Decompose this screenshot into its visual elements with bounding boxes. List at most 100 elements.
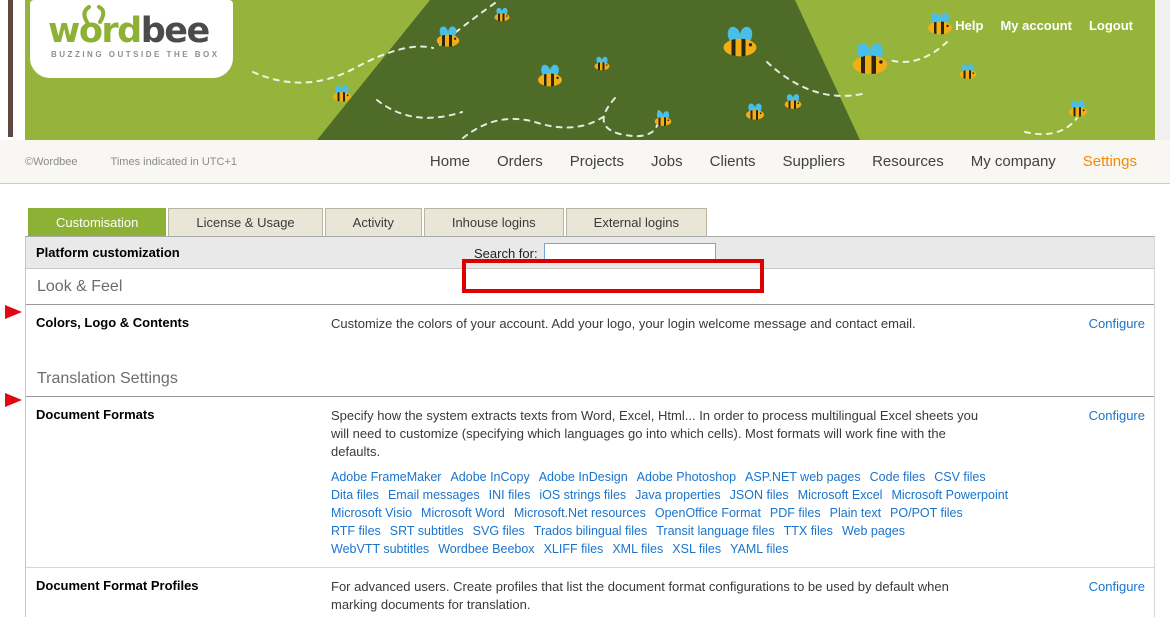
tab-bar: CustomisationLicense & UsageActivityInho… — [28, 208, 1170, 236]
timezone-note: Times indicated in UTC+1 — [111, 156, 237, 168]
bee-icon — [1069, 100, 1087, 116]
format-link-adobe-incopy[interactable]: Adobe InCopy — [450, 468, 529, 486]
format-link-dita-files[interactable]: Dita files — [331, 486, 379, 504]
format-link-row: Dita files Email messages INI files iOS str… — [331, 486, 981, 504]
format-link-row: Microsoft Visio Microsoft Word Microsoft.N… — [331, 504, 981, 522]
format-link-json-files[interactable]: JSON files — [730, 486, 789, 504]
row-description: Customize the colors of your account. Ad… — [331, 305, 981, 361]
format-link-yaml-files[interactable]: YAML files — [730, 540, 788, 558]
format-link-transit-language-files[interactable]: Transit language files — [656, 522, 774, 540]
banner-link-help[interactable]: Help — [955, 18, 983, 33]
format-link-ini-files[interactable]: INI files — [489, 486, 531, 504]
configure-link-document-formats[interactable]: Configure — [1089, 408, 1145, 423]
logo-antennae-icon — [78, 4, 110, 24]
main-navbar: ©Wordbee Times indicated in UTC+1 Home Or… — [0, 140, 1170, 184]
section-title-look-and-feel: Look & Feel — [26, 269, 1154, 305]
nav-item-settings[interactable]: Settings — [1083, 153, 1137, 170]
format-link-code-files[interactable]: Code files — [870, 468, 926, 486]
format-link-adobe-framemaker[interactable]: Adobe FrameMaker — [331, 468, 441, 486]
tab-customisation[interactable]: Customisation — [28, 208, 166, 236]
tab-activity[interactable]: Activity — [325, 208, 422, 236]
format-link-xml-files[interactable]: XML files — [612, 540, 663, 558]
tab-license-usage[interactable]: License & Usage — [168, 208, 322, 236]
window-edge-strip — [8, 0, 13, 137]
format-link-openoffice-format[interactable]: OpenOffice Format — [655, 504, 761, 522]
search-group: Search for: — [474, 237, 716, 269]
nav-item-my-company[interactable]: My company — [971, 153, 1056, 170]
nav-item-projects[interactable]: Projects — [570, 153, 624, 170]
main-nav: Home Orders Projects Jobs Clients Suppliers Re… — [430, 153, 1137, 170]
table-title: Platform customization — [36, 245, 180, 260]
format-link-web-pages[interactable]: Web pages — [842, 522, 905, 540]
format-link-pdf-files[interactable]: PDF files — [770, 504, 821, 522]
format-link-trados-bilingual-files[interactable]: Trados bilingual files — [534, 522, 647, 540]
bee-icon — [495, 8, 510, 22]
format-link-row: WebVTT subtitles Wordbee Beebox XLIFF file… — [331, 540, 981, 558]
format-link-microsoft-net-resources[interactable]: Microsoft.Net resources — [514, 504, 646, 522]
copyright-text: ©Wordbee — [25, 156, 78, 168]
bee-icon — [333, 85, 351, 101]
bee-icon — [928, 13, 952, 35]
format-link-row: Adobe FrameMaker Adobe InCopy Adobe InDesi… — [331, 468, 981, 486]
format-link-java-properties[interactable]: Java properties — [635, 486, 720, 504]
nav-item-orders[interactable]: Orders — [497, 153, 543, 170]
section-title-translation-settings: Translation Settings — [26, 361, 1154, 397]
settings-table: Platform customization Search for: Look … — [25, 236, 1155, 617]
bee-icon — [785, 94, 802, 109]
banner-right-strip — [1155, 0, 1170, 140]
search-label: Search for: — [474, 246, 538, 261]
format-link-xsl-files[interactable]: XSL files — [672, 540, 721, 558]
format-link-svg-files[interactable]: SVG files — [473, 522, 525, 540]
row-action: Configure — [981, 397, 1154, 558]
row-body: Specify how the system extracts texts fr… — [331, 397, 981, 558]
nav-item-suppliers[interactable]: Suppliers — [783, 153, 846, 170]
format-link-email-messages[interactable]: Email messages — [388, 486, 480, 504]
annotation-arrow-icon — [5, 305, 22, 319]
header-banner: wordbee BUZZING OUTSIDE THE BOX Help My a… — [0, 0, 1170, 140]
format-link-microsoft-visio[interactable]: Microsoft Visio — [331, 504, 412, 522]
format-link-po-pot-files[interactable]: PO/POT files — [890, 504, 963, 522]
nav-item-jobs[interactable]: Jobs — [651, 153, 683, 170]
nav-item-resources[interactable]: Resources — [872, 153, 944, 170]
row-label-document-formats: Document Formats — [26, 397, 331, 558]
logo-tagline: BUZZING OUTSIDE THE BOX — [51, 50, 233, 59]
bee-icon — [746, 103, 764, 119]
bee-icon — [538, 65, 562, 87]
tab-external-logins[interactable]: External logins — [566, 208, 707, 236]
format-link-ttx-files[interactable]: TTX files — [784, 522, 833, 540]
format-link-plain-text[interactable]: Plain text — [830, 504, 881, 522]
format-link-xliff-files[interactable]: XLIFF files — [544, 540, 604, 558]
logo-text: wordbee — [48, 12, 233, 50]
format-link-adobe-indesign[interactable]: Adobe InDesign — [539, 468, 628, 486]
format-link-csv-files[interactable]: CSV files — [934, 468, 985, 486]
format-link-asp-net-web-pages[interactable]: ASP.NET web pages — [745, 468, 861, 486]
format-link-srt-subtitles[interactable]: SRT subtitles — [390, 522, 464, 540]
logo-bee: bee — [141, 11, 209, 51]
format-link-microsoft-word[interactable]: Microsoft Word — [421, 504, 505, 522]
bee-icon — [960, 64, 977, 79]
row-label-colors-logo-contents: Colors, Logo & Contents — [26, 305, 331, 361]
banner-link-my-account[interactable]: My account — [1000, 18, 1072, 33]
row-label-document-format-profiles: Document Format Profiles — [26, 568, 331, 614]
configure-link-colors[interactable]: Configure — [1089, 316, 1145, 331]
row-description: Specify how the system extracts texts fr… — [331, 397, 981, 461]
banner-link-logout[interactable]: Logout — [1089, 18, 1133, 33]
nav-item-home[interactable]: Home — [430, 153, 470, 170]
tab-inhouse-logins[interactable]: Inhouse logins — [424, 208, 564, 236]
search-input[interactable] — [544, 243, 716, 263]
format-link-ios-strings-files[interactable]: iOS strings files — [539, 486, 626, 504]
format-link-microsoft-excel[interactable]: Microsoft Excel — [798, 486, 883, 504]
table-row: Colors, Logo & Contents Customize the co… — [26, 305, 1154, 361]
configure-link-format-profiles[interactable]: Configure — [1089, 579, 1145, 594]
format-link-rtf-files[interactable]: RTF files — [331, 522, 381, 540]
format-link-adobe-photoshop[interactable]: Adobe Photoshop — [637, 468, 736, 486]
nav-item-clients[interactable]: Clients — [710, 153, 756, 170]
bee-icon — [437, 26, 460, 46]
format-link-webvtt-subtitles[interactable]: WebVTT subtitles — [331, 540, 429, 558]
table-row: Document Formats Specify how the system … — [26, 397, 1154, 568]
format-links: Adobe FrameMaker Adobe InCopy Adobe InDesi… — [331, 468, 981, 558]
row-action: Configure — [981, 305, 1154, 361]
banner-links: Help My account Logout — [955, 18, 1133, 33]
bee-icon — [595, 57, 610, 71]
format-link-wordbee-beebox[interactable]: Wordbee Beebox — [438, 540, 534, 558]
